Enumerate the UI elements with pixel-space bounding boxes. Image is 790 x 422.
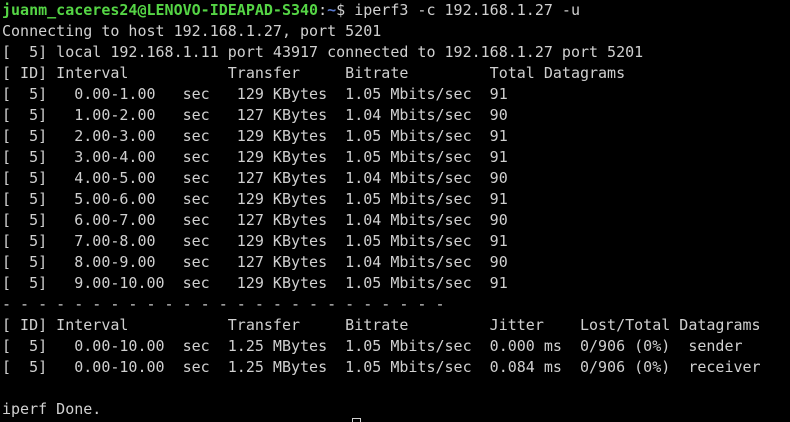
output-interval-row: [ 5] 4.00-5.00 sec 127 KBytes 1.04 Mbits…: [2, 169, 508, 187]
output-interval-row: [ 5] 3.00-4.00 sec 129 KBytes 1.05 Mbits…: [2, 148, 508, 166]
output-summary-header: [ ID] Interval Transfer Bitrate Jitter L…: [2, 316, 761, 334]
prompt-user-host: juanm_caceres24@LENOVO-IDEAPAD-S340: [2, 1, 319, 19]
output-interval-header: [ ID] Interval Transfer Bitrate Total Da…: [2, 64, 626, 82]
output-blank-line: [2, 378, 790, 399]
terminal-window[interactable]: juanm_caceres24@LENOVO-IDEAPAD-S340:~$ i…: [0, 0, 790, 422]
command-prompt-line: juanm_caceres24@LENOVO-IDEAPAD-S340:~$ i…: [2, 0, 790, 21]
output-interval-row: [ 5] 1.00-2.00 sec 127 KBytes 1.04 Mbits…: [2, 106, 508, 124]
prompt-path: ~: [327, 1, 337, 19]
output-interval-row: [ 5] 8.00-9.00 sec 127 KBytes 1.04 Mbits…: [2, 253, 508, 271]
output-interval-row: [ 5] 9.00-10.00 sec 129 KBytes 1.05 Mbit…: [2, 274, 508, 292]
text-cursor: [352, 418, 361, 422]
output-interval-row: [ 5] 2.00-3.00 sec 129 KBytes 1.05 Mbits…: [2, 127, 508, 145]
output-interval-row: [ 5] 5.00-6.00 sec 129 KBytes 1.05 Mbits…: [2, 190, 508, 208]
output-connecting: Connecting to host 192.168.1.27, port 52…: [2, 22, 382, 40]
output-interval-row: [ 5] 6.00-7.00 sec 127 KBytes 1.04 Mbits…: [2, 211, 508, 229]
prompt-command: iperf3 -c 192.168.1.27 -u: [354, 1, 580, 19]
output-interval-row: [ 5] 0.00-1.00 sec 129 KBytes 1.05 Mbits…: [2, 85, 508, 103]
output-summary-row-sender: [ 5] 0.00-10.00 sec 1.25 MBytes 1.05 Mbi…: [2, 337, 743, 355]
output-done: iperf Done.: [2, 400, 102, 418]
output-interval-row: [ 5] 7.00-8.00 sec 129 KBytes 1.05 Mbits…: [2, 232, 508, 250]
prompt-symbol: $: [336, 1, 355, 19]
output-summary-row-receiver: [ 5] 0.00-10.00 sec 1.25 MBytes 1.05 Mbi…: [2, 358, 761, 376]
prompt-separator: :: [318, 1, 328, 19]
output-divider: - - - - - - - - - - - - - - - - - - - - …: [2, 295, 445, 313]
output-local-connection: [ 5] local 192.168.1.11 port 43917 conne…: [2, 43, 644, 61]
